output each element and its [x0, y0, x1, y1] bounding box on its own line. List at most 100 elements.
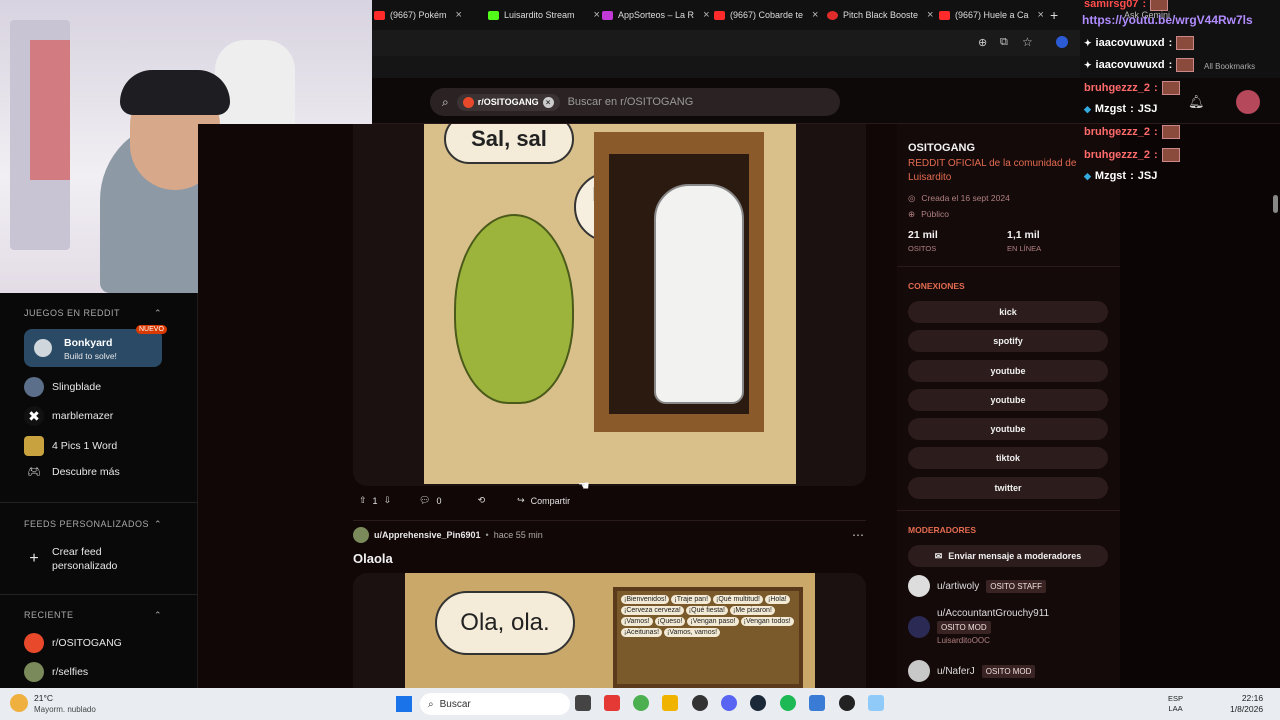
- chevron-up-icon: ⌃: [153, 519, 162, 529]
- search-bar[interactable]: ⌕ r/OSITOGANG × Buscar en r/OSITOGANG: [430, 88, 840, 116]
- divider: [0, 502, 198, 503]
- browser-tab[interactable]: (9667) Cobarde te ×: [714, 4, 818, 26]
- windows-start-icon[interactable]: [396, 696, 412, 712]
- all-bookmarks-link[interactable]: All Bookmarks: [1204, 62, 1255, 71]
- post-title[interactable]: Olaola: [353, 551, 393, 566]
- chat-text: JSJ: [1137, 103, 1158, 115]
- language-indicator[interactable]: ESP LAA: [1168, 694, 1183, 714]
- sidebar-item-selfies[interactable]: r/selfies: [24, 662, 88, 682]
- featured-game-card[interactable]: Bonkyard Build to solve! NUEVO: [24, 325, 167, 367]
- mod-avatar: [908, 575, 930, 597]
- obs-icon[interactable]: [839, 695, 855, 711]
- divider: [897, 266, 1120, 267]
- community-name[interactable]: OSITOGANG: [908, 142, 975, 154]
- close-icon[interactable]: ×: [594, 9, 600, 21]
- create-feed-button[interactable]: + Crear feed personalizado: [24, 545, 164, 573]
- downvote-icon[interactable]: ⇩: [384, 495, 392, 506]
- sidebar-item-slingblade[interactable]: Slingblade: [24, 377, 101, 397]
- search-input[interactable]: Buscar en r/OSITOGANG: [568, 96, 694, 108]
- games-section-header[interactable]: JUEGOS EN REDDIT ⌃: [24, 308, 162, 319]
- steam-icon[interactable]: [750, 695, 766, 711]
- share-button[interactable]: Compartir: [531, 496, 571, 506]
- spotify-icon[interactable]: [780, 695, 796, 711]
- subreddit-search-chip[interactable]: r/OSITOGANG ×: [456, 93, 560, 111]
- discord-icon[interactable]: [721, 695, 737, 711]
- sidebar-item-marblemazer[interactable]: ✖ marblemazer: [24, 406, 113, 426]
- crowd-bubble: ¡Vamos, vamos!: [664, 628, 721, 637]
- app-icon[interactable]: [868, 695, 884, 711]
- connection-kick-button[interactable]: kick: [908, 301, 1108, 323]
- tab-label: (9667) Cobarde te: [730, 10, 804, 20]
- tab-label: Pitch Black Booste: [843, 10, 919, 20]
- taskbar-search[interactable]: ⌕ Buscar: [420, 693, 570, 715]
- more-options-icon[interactable]: ⋯: [852, 528, 864, 542]
- extension-icon[interactable]: [1056, 36, 1068, 48]
- sidebar-item-ositogang[interactable]: r/OSITOGANG: [24, 633, 122, 653]
- nav-label: Descubre más: [52, 465, 120, 478]
- crosspost-icon[interactable]: ⟲: [478, 495, 486, 506]
- feeds-section-header[interactable]: FEEDS PERSONALIZADOS ⌃: [24, 519, 162, 530]
- clear-chip-icon[interactable]: ×: [542, 96, 554, 108]
- author-avatar[interactable]: [353, 527, 369, 543]
- user-avatar[interactable]: [1236, 90, 1260, 114]
- zoom-icon[interactable]: ⊕: [978, 36, 987, 49]
- post-meta: u/Apprehensive_Pin6901 • hace 55 min: [353, 527, 543, 543]
- connection-youtube-button[interactable]: youtube: [908, 389, 1108, 411]
- chat-link[interactable]: https://youtu.be/wrgV44Rw7ls: [1082, 13, 1253, 27]
- recent-section-header[interactable]: RECIENTE ⌃: [24, 610, 162, 621]
- post-image-ola[interactable]: Ola, ola. ¡Bienvenidos! ¡Traje pan! ¡Qué…: [405, 573, 815, 688]
- close-icon[interactable]: ×: [456, 9, 462, 21]
- badge-icon: ✦: [1084, 59, 1092, 70]
- bookmark-star-icon[interactable]: ☆: [1022, 35, 1033, 49]
- upvote-icon[interactable]: ⇧: [359, 495, 367, 506]
- browser-tab[interactable]: (9667) Pokém ×: [374, 4, 462, 26]
- taskview-icon[interactable]: [575, 695, 591, 711]
- weather-icon[interactable]: [10, 694, 28, 712]
- close-icon[interactable]: ×: [927, 9, 933, 21]
- connection-spotify-button[interactable]: spotify: [908, 330, 1108, 352]
- connection-youtube-button[interactable]: youtube: [908, 418, 1108, 440]
- close-icon[interactable]: ×: [703, 9, 709, 21]
- browser-tab[interactable]: Pitch Black Booste ×: [827, 4, 933, 26]
- globe-icon: ⊕: [908, 209, 916, 219]
- xbox-icon[interactable]: [692, 695, 708, 711]
- clock[interactable]: 22:16 1/8/2026: [1230, 693, 1263, 715]
- moderator-row[interactable]: u/NaferJ OSITO MOD: [908, 660, 1036, 682]
- youtube-icon: [714, 10, 725, 20]
- weather-desc[interactable]: Mayorm. nublado: [34, 705, 96, 714]
- mail-icon: ✉: [934, 551, 943, 561]
- post-image-pear-salt[interactable]: Sal, sal Pera, pera: [424, 124, 796, 484]
- sidebar-item-discover[interactable]: 🎮︎ Descubre más: [24, 465, 120, 479]
- app-icon[interactable]: [809, 695, 825, 711]
- moderator-row[interactable]: u/artiwoly OSITO STAFF: [908, 575, 1046, 597]
- chrome-icon[interactable]: [633, 695, 649, 711]
- crowd-bubble: ¡Cerveza cerveza!: [621, 606, 684, 615]
- crowd-bubble: ¡Qué fiesta!: [685, 606, 728, 615]
- weather-temp[interactable]: 21°C: [34, 693, 53, 703]
- tab-label: AppSorteos – La R: [618, 10, 695, 20]
- install-icon[interactable]: ⧉: [1000, 36, 1008, 49]
- browser-tab[interactable]: AppSorteos – La R ×: [602, 4, 710, 26]
- ositogang-icon: [24, 633, 44, 653]
- comment-icon[interactable]: 💬︎: [419, 495, 430, 506]
- sidebar-item-4pics[interactable]: 4 Pics 1 Word: [24, 436, 117, 456]
- share-icon[interactable]: ↪: [517, 495, 525, 506]
- moderator-row[interactable]: u/AccountantGrouchy911 OSITO MOD Luisardit…: [908, 608, 1049, 645]
- close-icon[interactable]: ×: [812, 9, 818, 21]
- scrollbar-thumb[interactable]: [1273, 195, 1278, 213]
- connection-tiktok-button[interactable]: tiktok: [908, 447, 1108, 469]
- post-author[interactable]: u/Apprehensive_Pin6901: [374, 530, 481, 540]
- connection-youtube-button[interactable]: youtube: [908, 360, 1108, 382]
- browser-tab[interactable]: Luisardito Stream ×: [488, 4, 600, 26]
- divider: [897, 510, 1120, 511]
- app-icon[interactable]: [604, 695, 620, 711]
- connection-twitter-button[interactable]: twitter: [908, 477, 1108, 499]
- notifications-bell-icon[interactable]: 🔔︎: [1188, 94, 1205, 110]
- crowd-bubble: ¡Traje pan!: [671, 595, 712, 604]
- slingblade-icon: [24, 377, 44, 397]
- browser-tab[interactable]: (9667) Huele a Ca ×: [939, 4, 1044, 26]
- close-icon[interactable]: ×: [1038, 9, 1044, 21]
- new-tab-button[interactable]: +: [1050, 4, 1058, 26]
- message-mods-button[interactable]: ✉ Enviar mensaje a moderadores: [908, 545, 1108, 567]
- file-explorer-icon[interactable]: [662, 695, 678, 711]
